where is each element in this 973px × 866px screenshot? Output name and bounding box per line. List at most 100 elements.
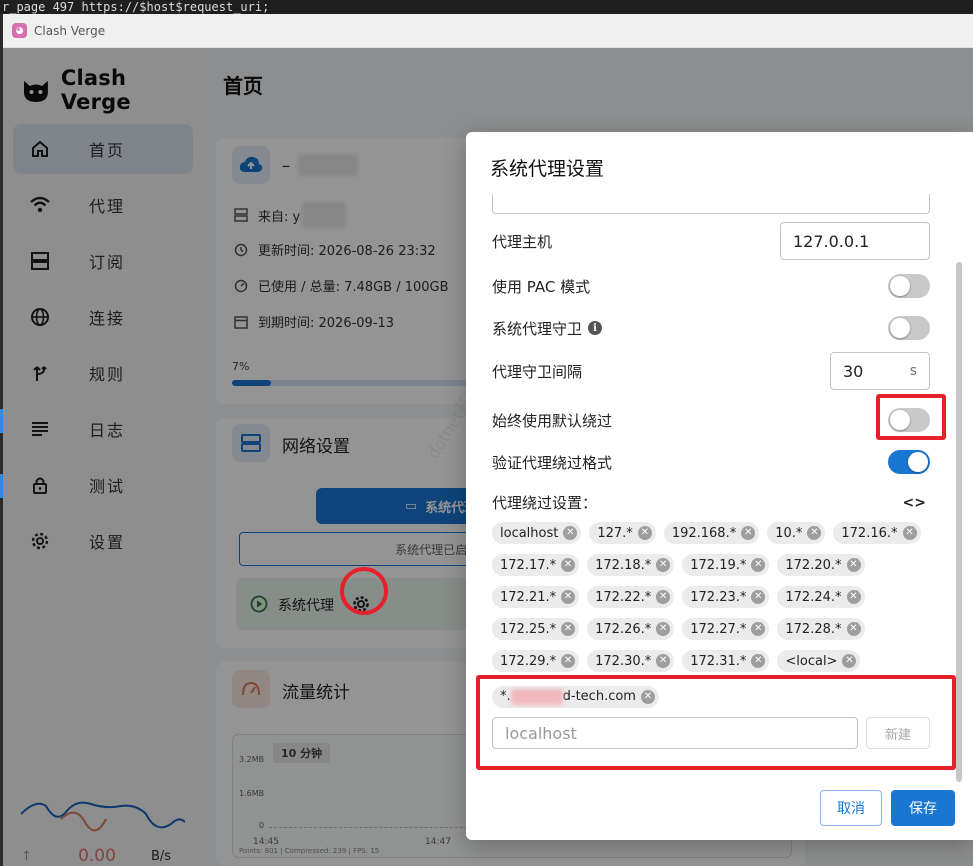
code-toggle-icon[interactable]: <>: [903, 495, 926, 511]
bypass-chip[interactable]: 172.24.* ✕: [777, 586, 865, 608]
chip-remove-icon[interactable]: ✕: [741, 526, 756, 540]
cancel-button[interactable]: 取消: [820, 790, 882, 826]
chip-remove-icon[interactable]: ✕: [846, 622, 861, 636]
bypass-chip-label: 192.168.*: [671, 525, 737, 541]
bypass-chip[interactable]: 172.17.* ✕: [492, 554, 580, 576]
guard-label: 系统代理守卫: [492, 319, 583, 338]
bypass-chip-label: 172.31.*: [690, 653, 747, 669]
save-button[interactable]: 保存: [891, 790, 955, 826]
info-icon[interactable]: i: [588, 321, 603, 335]
dialog-scrollbar[interactable]: [956, 262, 962, 782]
bypass-chip-label: 172.25.*: [500, 621, 557, 637]
bypass-chip[interactable]: 10.* ✕: [767, 522, 826, 544]
proxy-host-label: 代理主机: [492, 232, 553, 251]
chip-remove-icon[interactable]: ✕: [656, 590, 671, 604]
chip-remove-icon[interactable]: ✕: [902, 526, 917, 540]
app-icon: ◕: [12, 23, 27, 38]
title-bar: ◕ Clash Verge: [3, 14, 973, 48]
bypass-chip[interactable]: <local> ✕: [777, 650, 861, 672]
bypass-chip[interactable]: 192.168.* ✕: [663, 522, 760, 544]
pac-toggle[interactable]: [888, 274, 930, 298]
chip-remove-icon[interactable]: ✕: [751, 558, 766, 572]
bypass-chip-row: 172.17.* ✕ 172.18.* ✕ 172.19.* ✕ 172.20.* ✕: [492, 554, 937, 576]
bypass-chip[interactable]: 172.29.* ✕: [492, 650, 580, 672]
bypass-chip[interactable]: 172.26.* ✕: [587, 618, 675, 640]
bypass-chip[interactable]: 127.* ✕: [589, 522, 656, 544]
toggle-knob: [890, 318, 910, 338]
validate-bypass-row: 验证代理绕过格式: [492, 450, 930, 474]
chip-remove-icon[interactable]: ✕: [846, 558, 861, 572]
guard-label-wrap: 系统代理守卫 i: [492, 318, 603, 339]
terminal-strip: r_page 497 https://$host$request_uri;: [0, 0, 973, 14]
bypass-settings-row: 代理绕过设置： <>: [492, 492, 930, 513]
chip-remove-icon[interactable]: ✕: [561, 654, 576, 668]
chip-remove-icon[interactable]: ✕: [656, 558, 671, 572]
guard-interval-unit: s: [909, 363, 917, 379]
annotation-box: [476, 675, 956, 770]
system-proxy-dialog: 系统代理设置 代理主机 127.0.0.1 使用 PAC 模式 系统代理守卫 i …: [466, 132, 973, 840]
chip-remove-icon[interactable]: ✕: [561, 622, 576, 636]
bypass-chip-label: 172.29.*: [500, 653, 557, 669]
annotation-box: [876, 394, 946, 440]
chip-remove-icon[interactable]: ✕: [561, 558, 576, 572]
chip-remove-icon[interactable]: ✕: [637, 526, 652, 540]
chip-remove-icon[interactable]: ✕: [842, 654, 857, 668]
bypass-chip[interactable]: 172.19.* ✕: [682, 554, 770, 576]
bypass-chip[interactable]: 172.28.* ✕: [777, 618, 865, 640]
chip-remove-icon[interactable]: ✕: [751, 654, 766, 668]
chip-remove-icon[interactable]: ✕: [846, 590, 861, 604]
validate-bypass-label: 验证代理绕过格式: [492, 453, 613, 472]
bypass-chip[interactable]: 172.23.* ✕: [682, 586, 770, 608]
bypass-chip-label: <local>: [785, 653, 838, 669]
bypass-chip-row: 172.29.* ✕ 172.30.* ✕ 172.31.* ✕ <local> ✕: [492, 650, 937, 672]
default-bypass-label: 始终使用默认绕过: [492, 411, 613, 430]
bypass-chip[interactable]: 172.31.* ✕: [682, 650, 770, 672]
validate-bypass-toggle[interactable]: [888, 450, 930, 474]
bypass-chip-label: 172.30.*: [595, 653, 652, 669]
bypass-chip[interactable]: 172.18.* ✕: [587, 554, 675, 576]
dialog-title: 系统代理设置: [490, 158, 605, 180]
chip-remove-icon[interactable]: ✕: [751, 622, 766, 636]
toggle-knob: [908, 452, 928, 472]
bypass-chip-label: 172.27.*: [690, 621, 747, 637]
bypass-chip[interactable]: 172.20.* ✕: [777, 554, 865, 576]
bypass-chip[interactable]: 172.22.* ✕: [587, 586, 675, 608]
chip-remove-icon[interactable]: ✕: [656, 622, 671, 636]
bypass-chip-label: 172.18.*: [595, 557, 652, 573]
guard-interval-input[interactable]: 30 s: [830, 352, 930, 390]
bypass-chip[interactable]: 172.21.* ✕: [492, 586, 580, 608]
chip-remove-icon[interactable]: ✕: [563, 526, 578, 540]
bypass-chip[interactable]: 172.27.* ✕: [682, 618, 770, 640]
pac-script-input[interactable]: [492, 194, 930, 214]
guard-interval-label: 代理守卫间隔: [492, 362, 583, 381]
bypass-chip[interactable]: 172.30.* ✕: [587, 650, 675, 672]
chip-remove-icon[interactable]: ✕: [656, 654, 671, 668]
toggle-knob: [890, 276, 910, 296]
guard-row: 系统代理守卫 i: [492, 316, 930, 340]
window-title: Clash Verge: [34, 23, 106, 38]
chip-remove-icon[interactable]: ✕: [561, 590, 576, 604]
bypass-chip-label: 172.26.*: [595, 621, 652, 637]
bypass-chip-label: 172.17.*: [500, 557, 557, 573]
bypass-chip-label: localhost: [500, 525, 559, 541]
chip-remove-icon[interactable]: ✕: [751, 590, 766, 604]
chip-remove-icon[interactable]: ✕: [807, 526, 822, 540]
bypass-chip-row: localhost ✕ 127.* ✕ 192.168.* ✕ 10.* ✕ 172.16.* ✕: [492, 522, 937, 544]
guard-interval-value: 30: [843, 361, 864, 381]
guard-interval-row: 代理守卫间隔 30 s: [492, 352, 930, 390]
bypass-chip[interactable]: localhost ✕: [492, 522, 582, 544]
proxy-host-input[interactable]: 127.0.0.1: [780, 222, 930, 260]
bypass-chip-label: 172.23.*: [690, 589, 747, 605]
bypass-chip[interactable]: 172.16.* ✕: [833, 522, 921, 544]
bypass-chip-label: 10.*: [775, 525, 803, 541]
guard-toggle[interactable]: [888, 316, 930, 340]
bypass-chip-row: 172.21.* ✕ 172.22.* ✕ 172.23.* ✕ 172.24.* ✕: [492, 586, 937, 608]
bypass-chip-label: 172.19.*: [690, 557, 747, 573]
pac-row: 使用 PAC 模式: [492, 274, 930, 298]
bypass-chip-row: 172.25.* ✕ 172.26.* ✕ 172.27.* ✕ 172.28.* ✕: [492, 618, 937, 640]
bypass-chip-list: localhost ✕ 127.* ✕ 192.168.* ✕ 10.* ✕ 172.16.* ✕…: [492, 522, 937, 682]
pac-label: 使用 PAC 模式: [492, 277, 591, 296]
bypass-chip-label: 172.21.*: [500, 589, 557, 605]
bypass-chip[interactable]: 172.25.* ✕: [492, 618, 580, 640]
bypass-chip-label: 172.20.*: [785, 557, 842, 573]
